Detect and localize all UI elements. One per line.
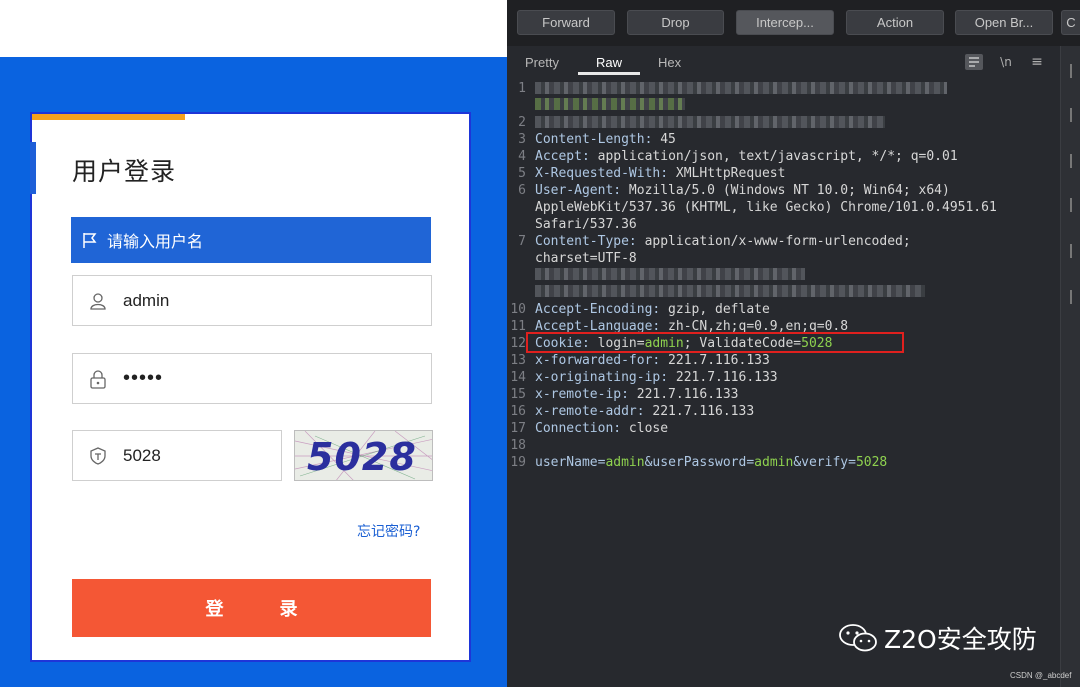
- panel-marker: [1070, 64, 1072, 78]
- shield-icon: [87, 445, 109, 467]
- http-editor-panel: Forward Drop Intercep... Action Open Br.…: [507, 0, 1080, 687]
- login-page: 用户登录 请输入用户名 admin ••••• 5028 5028 忘记密码? …: [0, 0, 507, 687]
- redacted-text: [535, 82, 947, 94]
- header-continuation: AppleWebKit/537.36 (KHTML, like Gecko) C…: [535, 200, 997, 215]
- tab-raw[interactable]: Raw: [596, 55, 622, 70]
- active-tab-indicator: [578, 72, 640, 75]
- wrap-toggle-icon[interactable]: [965, 54, 983, 70]
- line-number: 16: [510, 404, 526, 419]
- header-line: X-Requested-With: XMLHttpRequest: [535, 166, 786, 181]
- flag-icon: [83, 233, 97, 248]
- header-line: x-originating-ip: 221.7.116.133: [535, 370, 778, 385]
- line-number: 13: [510, 353, 526, 368]
- cookie-highlight-box: [526, 332, 904, 353]
- line-number: 19: [510, 455, 526, 470]
- panel-marker: [1070, 154, 1072, 168]
- username-field[interactable]: admin: [72, 275, 432, 326]
- card-accent-bar: [32, 114, 185, 120]
- header-line: Content-Type: application/x-www-form-url…: [535, 234, 911, 249]
- side-panel-strip: [1060, 46, 1080, 687]
- header-line: x-remote-ip: 221.7.116.133: [535, 387, 739, 402]
- line-number: 17: [510, 421, 526, 436]
- password-value: •••••: [123, 367, 164, 389]
- redacted-text: [535, 268, 805, 280]
- tab-pretty[interactable]: Pretty: [525, 55, 559, 70]
- line-number: 10: [510, 302, 526, 317]
- line-number: 18: [510, 438, 526, 453]
- line-number: 5: [518, 166, 526, 181]
- header-line: x-remote-addr: 221.7.116.133: [535, 404, 755, 419]
- line-number: 15: [510, 387, 526, 402]
- action-button[interactable]: Action: [846, 10, 944, 35]
- panel-marker: [1070, 198, 1072, 212]
- line-number: 12: [510, 336, 526, 351]
- wechat-icon: [839, 624, 877, 652]
- password-field[interactable]: •••••: [72, 353, 432, 404]
- drop-button[interactable]: Drop: [627, 10, 724, 35]
- header-line: x-forwarded-for: 221.7.116.133: [535, 353, 770, 368]
- menu-icon[interactable]: ≡: [1028, 54, 1046, 70]
- notice-text: 请输入用户名: [107, 232, 204, 251]
- header-line: User-Agent: Mozilla/5.0 (Windows NT 10.0…: [535, 183, 950, 198]
- message-view-tabs: Pretty Raw Hex \n ≡: [507, 46, 1080, 76]
- more-button[interactable]: C: [1061, 10, 1080, 35]
- line-number: 11: [510, 319, 526, 334]
- redacted-text: [535, 116, 885, 128]
- newline-toggle-icon[interactable]: \n: [997, 54, 1015, 70]
- line-number: 4: [518, 149, 526, 164]
- header-continuation: Safari/537.36: [535, 217, 637, 232]
- forward-button[interactable]: Forward: [517, 10, 615, 35]
- csdn-watermark: CSDN @_abcdef: [1010, 671, 1072, 680]
- username-value: admin: [123, 290, 170, 310]
- proxy-toolbar: Forward Drop Intercep... Action Open Br.…: [507, 0, 1080, 46]
- header-continuation: charset=UTF-8: [535, 251, 637, 266]
- title-marker: [30, 142, 36, 194]
- header-line: Accept: application/json, text/javascrip…: [535, 149, 958, 164]
- forgot-password-link[interactable]: 忘记密码?: [357, 521, 420, 541]
- redacted-text: [535, 285, 925, 297]
- page-title: 用户登录: [72, 157, 177, 186]
- line-number: 1: [518, 81, 526, 96]
- lock-icon: [87, 368, 109, 390]
- raw-request-editor[interactable]: 1 2 3 Content-Length: 45 4 Accept: appli…: [507, 78, 1060, 687]
- panel-marker: [1070, 108, 1072, 122]
- line-number: 6: [518, 183, 526, 198]
- captcha-input[interactable]: 5028: [72, 430, 282, 481]
- open-browser-button[interactable]: Open Br...: [955, 10, 1053, 35]
- line-number: 3: [518, 132, 526, 147]
- header-line: Accept-Encoding: gzip, deflate: [535, 302, 770, 317]
- watermark: Z2O安全攻防: [838, 620, 1037, 656]
- header-line: Content-Length: 45: [535, 132, 676, 147]
- request-body-line: userName=admin&userPassword=admin&verify…: [535, 455, 888, 470]
- line-number: 2: [518, 115, 526, 130]
- header-line: Connection: close: [535, 421, 669, 436]
- login-card: 用户登录 请输入用户名 admin ••••• 5028 5028 忘记密码? …: [30, 112, 471, 662]
- login-button[interactable]: 登录: [72, 579, 431, 637]
- line-number: 14: [510, 370, 526, 385]
- redacted-text: [535, 98, 685, 110]
- watermark-brand: Z2O安全攻防: [884, 625, 1037, 654]
- tab-hex[interactable]: Hex: [658, 55, 681, 70]
- user-icon: [87, 290, 109, 312]
- username-notice: 请输入用户名: [71, 217, 431, 263]
- intercept-button[interactable]: Intercep...: [736, 10, 834, 35]
- captcha-input-value: 5028: [123, 445, 161, 465]
- captcha-text: 5028: [307, 435, 417, 479]
- captcha-image[interactable]: 5028: [294, 430, 433, 481]
- panel-marker: [1070, 244, 1072, 258]
- panel-marker: [1070, 290, 1072, 304]
- line-number: 7: [518, 234, 526, 249]
